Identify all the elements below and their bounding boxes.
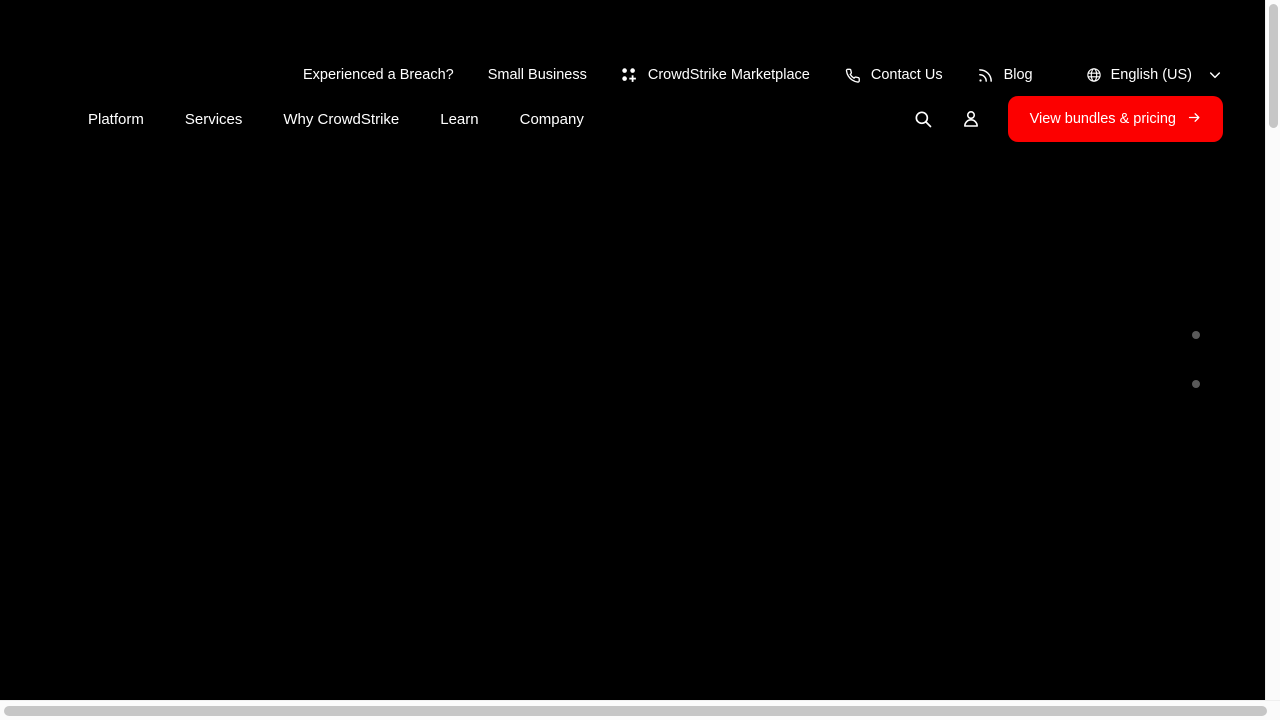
main-navigation: Platform Services Why CrowdStrike Learn … [0, 95, 1265, 143]
nav-item-services[interactable]: Services [185, 112, 243, 127]
main-nav-links: Platform Services Why CrowdStrike Learn … [0, 112, 625, 127]
user-account-icon[interactable] [960, 108, 982, 130]
utility-link-experienced-a-breach[interactable]: Experienced a Breach? [303, 68, 454, 83]
utility-link-blog[interactable]: Blog [977, 66, 1033, 84]
language-selector[interactable]: English (US) [1085, 66, 1223, 84]
page-content: Experienced a Breach? Small Business Cro… [0, 0, 1265, 700]
carousel-dot-2[interactable] [1192, 380, 1200, 388]
horizontal-scrollbar-thumb[interactable] [4, 706, 1267, 716]
cta-label: View bundles & pricing [1029, 110, 1176, 127]
carousel-pagination [1192, 331, 1200, 388]
nav-item-platform[interactable]: Platform [88, 112, 144, 127]
marketplace-grid-icon [621, 66, 639, 84]
nav-item-company[interactable]: Company [520, 112, 584, 127]
utility-link-small-business[interactable]: Small Business [488, 68, 587, 83]
utility-link-label: Contact Us [870, 66, 943, 83]
language-selector-label: English (US) [1110, 66, 1192, 83]
utility-navigation: Experienced a Breach? Small Business Cro… [0, 56, 1265, 94]
utility-link-label: CrowdStrike Marketplace [647, 66, 810, 83]
utility-link-crowdstrike-marketplace[interactable]: CrowdStrike Marketplace [621, 66, 810, 84]
main-nav-actions: View bundles & pricing [912, 95, 1265, 143]
phone-icon [844, 66, 862, 84]
globe-icon [1085, 66, 1103, 84]
carousel-dot-1[interactable] [1192, 331, 1200, 339]
nav-item-why-crowdstrike[interactable]: Why CrowdStrike [283, 112, 399, 127]
utility-link-contact-us[interactable]: Contact Us [844, 66, 943, 84]
browser-viewport: Experienced a Breach? Small Business Cro… [0, 0, 1280, 720]
horizontal-scrollbar-track[interactable] [0, 700, 1280, 720]
arrow-right-icon [1187, 110, 1202, 129]
chevron-down-icon [1207, 67, 1223, 83]
utility-link-label: Blog [1003, 66, 1033, 83]
utility-link-label: Experienced a Breach? [302, 66, 454, 83]
vertical-scrollbar-track[interactable] [1265, 0, 1280, 705]
view-bundles-and-pricing-button[interactable]: View bundles & pricing [1007, 95, 1223, 143]
search-icon[interactable] [912, 108, 934, 130]
nav-item-learn[interactable]: Learn [440, 112, 478, 127]
vertical-scrollbar-thumb[interactable] [1269, 4, 1278, 128]
rss-icon [977, 66, 995, 84]
utility-link-label: Small Business [487, 66, 587, 83]
